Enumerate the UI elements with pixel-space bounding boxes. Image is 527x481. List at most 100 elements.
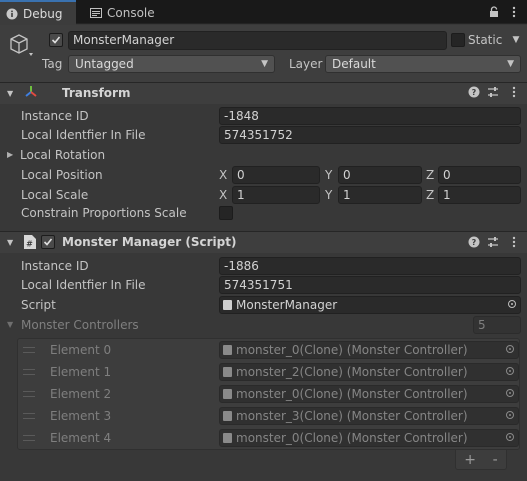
foldout-expanded-icon[interactable]: ▼ [7, 320, 13, 329]
script-local-id-field[interactable]: 574351751 [219, 276, 521, 294]
foldout-collapsed-icon[interactable]: ▶ [7, 150, 13, 159]
foldout-expanded-icon[interactable]: ▼ [7, 238, 13, 247]
list-element-value: monster_0(Clone) (Monster Controller) [236, 387, 468, 401]
local-scale-y-field[interactable]: 1 [338, 186, 422, 204]
local-position-z-field[interactable]: 0 [438, 166, 521, 184]
list-element-value: monster_2(Clone) (Monster Controller) [236, 365, 468, 379]
drag-handle-icon[interactable] [23, 347, 35, 353]
tag-value: Untagged [75, 57, 134, 71]
presets-icon[interactable] [486, 85, 500, 99]
list-element-value: monster_0(Clone) (Monster Controller) [236, 431, 468, 445]
drag-handle-icon[interactable] [23, 369, 35, 375]
transform-axis-icon [23, 84, 39, 100]
list-element-field[interactable]: monster_0(Clone) (Monster Controller) [219, 385, 519, 403]
foldout-expanded-icon[interactable]: ▼ [7, 89, 13, 98]
active-checkbox[interactable] [49, 33, 63, 47]
script-asset-icon [223, 345, 232, 355]
console-icon [90, 7, 102, 19]
tab-console[interactable]: Console [84, 0, 164, 25]
axis-z-label: Z [426, 188, 435, 202]
script-reference-field[interactable]: MonsterManager [219, 296, 521, 314]
help-icon[interactable]: ? [467, 85, 481, 99]
local-position-y-field[interactable]: 0 [338, 166, 422, 184]
transform-local-id-label: Local Identfier In File [21, 128, 146, 142]
local-position-x-field[interactable]: 0 [232, 166, 320, 184]
script-reference-value: MonsterManager [236, 298, 338, 312]
script-asset-icon [223, 433, 232, 443]
axis-x-label: X [219, 168, 228, 182]
list-element-field[interactable]: monster_0(Clone) (Monster Controller) [219, 341, 519, 359]
script-instance-id-field[interactable]: -1886 [219, 257, 521, 275]
object-picker-icon[interactable] [506, 389, 514, 397]
gameobject-name-input[interactable]: MonsterManager [68, 31, 447, 50]
script-component-title: Monster Manager (Script) [62, 235, 237, 249]
script-instance-id-label: Instance ID [21, 259, 89, 273]
constrain-proportions-label: Constrain Proportions Scale [21, 206, 187, 220]
static-dropdown-arrow-icon[interactable]: ▼ [509, 33, 523, 47]
object-picker-icon[interactable] [506, 433, 514, 441]
tag-dropdown[interactable]: Untagged ▼ [68, 55, 275, 73]
drag-handle-icon[interactable] [23, 413, 35, 419]
list-element-label: Element 1 [50, 365, 112, 379]
list-element-field[interactable]: monster_3(Clone) (Monster Controller) [219, 407, 519, 425]
tab-debug-label: Debug [23, 6, 63, 21]
list-size-field[interactable]: 5 [473, 316, 521, 334]
cube-icon[interactable] [8, 32, 34, 58]
list-element-field[interactable]: monster_2(Clone) (Monster Controller) [219, 363, 519, 381]
local-position-label: Local Position [21, 168, 103, 182]
transform-local-id-field[interactable]: 574351752 [219, 126, 521, 144]
axis-y-label: Y [325, 188, 333, 202]
list-element-value: monster_3(Clone) (Monster Controller) [236, 409, 468, 423]
transform-title: Transform [62, 86, 131, 100]
kebab-menu-icon[interactable] [507, 5, 521, 19]
local-rotation-label[interactable]: Local Rotation [20, 146, 105, 164]
help-icon[interactable]: ? [467, 235, 481, 249]
presets-icon[interactable] [486, 235, 500, 249]
script-enabled-checkbox[interactable] [41, 235, 55, 249]
local-scale-z-field[interactable]: 1 [438, 186, 521, 204]
script-file-icon: # [23, 234, 37, 250]
list-footer: + - [455, 450, 507, 470]
drag-handle-icon[interactable] [23, 391, 35, 397]
list-element-label: Element 3 [50, 409, 112, 423]
tag-label: Tag [42, 57, 63, 71]
component-menu-icon[interactable] [507, 235, 521, 249]
static-label: Static [468, 33, 503, 47]
constrain-proportions-checkbox[interactable] [219, 206, 233, 220]
layer-dropdown[interactable]: Default ▼ [325, 55, 521, 73]
list-element-label: Element 2 [50, 387, 112, 401]
drag-handle-icon[interactable] [23, 435, 35, 441]
axis-x-label: X [219, 188, 228, 202]
static-checkbox[interactable] [451, 33, 465, 47]
list-element-field[interactable]: monster_0(Clone) (Monster Controller) [219, 429, 519, 447]
script-label: Script [21, 298, 56, 312]
script-asset-icon [223, 367, 232, 377]
object-picker-icon[interactable] [506, 411, 514, 419]
lock-icon[interactable] [487, 5, 501, 19]
object-picker-icon[interactable] [508, 300, 516, 308]
layer-value: Default [332, 57, 376, 71]
chevron-down-icon: ▼ [261, 59, 268, 69]
list-element-label: Element 0 [50, 343, 112, 357]
list-element-value: monster_0(Clone) (Monster Controller) [236, 343, 468, 357]
tab-console-label: Console [107, 5, 155, 20]
local-scale-x-field[interactable]: 1 [232, 186, 320, 204]
tab-debug[interactable]: Debug [0, 0, 76, 25]
list-element-label: Element 4 [50, 431, 112, 445]
object-picker-icon[interactable] [506, 345, 514, 353]
svg-text:?: ? [472, 238, 477, 247]
transform-instance-id-field[interactable]: -1848 [219, 107, 521, 125]
script-asset-icon [223, 389, 232, 399]
component-menu-icon[interactable] [507, 85, 521, 99]
axis-y-label: Y [325, 168, 333, 182]
local-scale-label: Local Scale [21, 188, 89, 202]
add-element-button[interactable]: + [464, 452, 476, 468]
script-asset-icon [223, 300, 232, 310]
svg-text:?: ? [472, 88, 477, 97]
svg-text:#: # [26, 240, 33, 249]
tab-bar [0, 0, 527, 24]
layer-label: Layer [289, 57, 323, 71]
monster-controllers-label[interactable]: Monster Controllers [21, 316, 139, 334]
object-picker-icon[interactable] [506, 367, 514, 375]
remove-element-button[interactable]: - [493, 452, 498, 468]
